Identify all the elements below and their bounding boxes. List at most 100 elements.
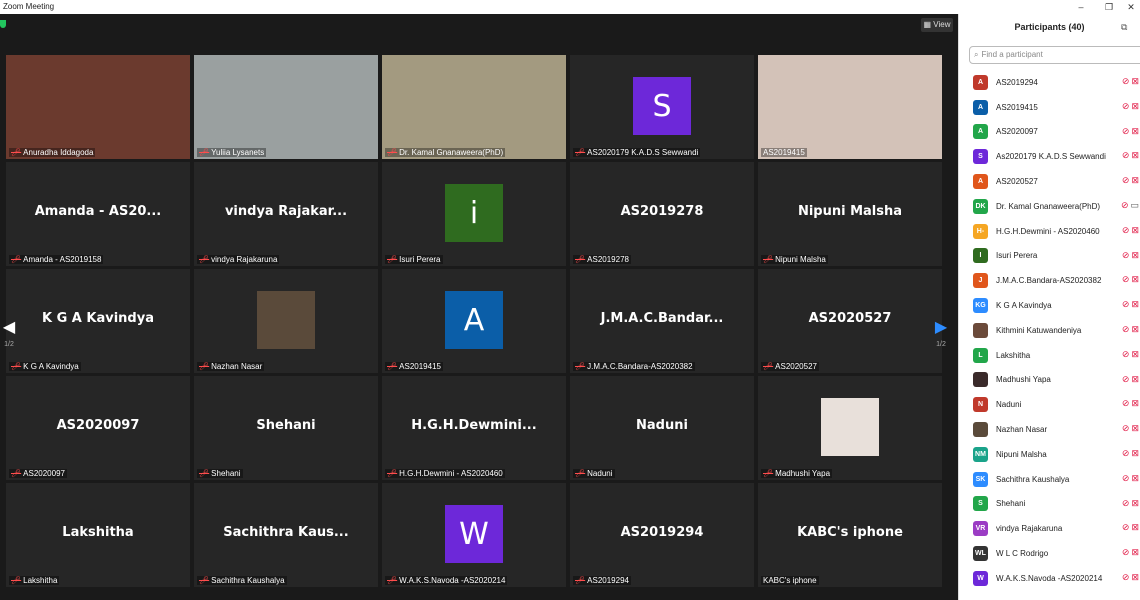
participant-row[interactable]: A AS2020527 ⊘⊠: [959, 169, 1140, 194]
participant-row[interactable]: S Shehani ⊘⊠: [959, 492, 1140, 517]
participant-name: AS2020527: [996, 177, 1038, 187]
participant-row[interactable]: L Lakshitha ⊘⊠: [959, 343, 1140, 368]
participant-tile[interactable]: AS2020527 🎤︎ AS2020527: [758, 269, 942, 373]
participant-status-icons: ⊘⊠: [1122, 572, 1140, 583]
participant-avatar: S: [973, 149, 988, 165]
display-name: AS2019278: [620, 204, 704, 219]
tile-caption-name: KABC's iphone: [763, 576, 817, 585]
participant-tile[interactable]: Nipuni Malsha 🎤︎ Nipuni Malsha: [758, 162, 942, 266]
participant-row[interactable]: J J.M.A.C.Bandara-AS2020382 ⊘⊠: [959, 268, 1140, 293]
participant-status-icons: ⊘⊠: [1122, 324, 1140, 335]
participant-tile[interactable]: AS2020097 🎤︎ AS2020097: [6, 376, 190, 480]
participant-tile[interactable]: AS2019294 🎤︎ AS2019294: [570, 483, 754, 587]
participant-tile[interactable]: H.G.H.Dewmini... 🎤︎ H.G.H.Dewmini - AS2020…: [382, 376, 566, 480]
previous-page-button[interactable]: ◀ 1/2: [0, 309, 18, 359]
participant-row[interactable]: A AS2020097 ⊘⊠: [959, 120, 1140, 145]
close-button[interactable]: ✕: [1122, 0, 1140, 14]
participant-status-icons: ⊘⊠: [1122, 76, 1140, 87]
restore-button[interactable]: ❐: [1100, 0, 1118, 14]
display-name: AS2020097: [56, 418, 140, 433]
participant-tile[interactable]: Lakshitha 🎤︎ Lakshitha: [6, 483, 190, 587]
participant-row[interactable]: Madhushi Yapa ⊘⊠: [959, 368, 1140, 393]
participant-tile[interactable]: K G A Kavindya 🎤︎ K G A Kavindya: [6, 269, 190, 373]
mic-muted-icon: 🎤︎: [199, 255, 210, 264]
tile-caption-name: AS2019294: [587, 576, 629, 585]
mic-muted-icon: 🎤︎: [11, 362, 22, 371]
participant-avatar: [973, 322, 988, 338]
participant-row[interactable]: NM Nipuni Malsha ⊘⊠: [959, 442, 1140, 467]
participant-tile[interactable]: 🎤︎ Yuliia Lysanets: [194, 55, 378, 159]
tile-caption: 🎤︎ H.G.H.Dewmini - AS2020460: [385, 469, 505, 478]
popout-icon[interactable]: ⧉: [1121, 22, 1127, 33]
video-off-icon: ⊠: [1131, 76, 1140, 86]
next-page-button[interactable]: ▶ 1/2: [932, 309, 950, 359]
display-name: AS2019294: [620, 525, 704, 540]
tile-caption-name: AS2020527: [775, 362, 817, 371]
participant-tile[interactable]: Naduni 🎤︎ Naduni: [570, 376, 754, 480]
video-off-icon: ⊠: [1131, 447, 1140, 458]
participant-tile[interactable]: KABC's iphone KABC's iphone: [758, 483, 942, 587]
video-off-icon: ⊠: [1131, 150, 1140, 161]
video-off-icon: ⊠: [1131, 100, 1140, 111]
tile-caption-name: Amanda - AS2019158: [23, 255, 102, 264]
security-shield-icon[interactable]: [0, 20, 6, 28]
participant-tile[interactable]: J.M.A.C.Bandar... 🎤︎ J.M.A.C.Bandara-AS202…: [570, 269, 754, 373]
participant-status-icons: ⊘⊠: [1122, 398, 1140, 409]
tile-caption-name: AS2019415: [399, 362, 441, 371]
tile-caption: 🎤︎ Anuradha Iddagoda: [9, 148, 96, 157]
participant-avatar: S: [973, 496, 988, 512]
participant-name: Dr. Kamal Gnanaweera(PhD): [996, 201, 1101, 211]
participant-avatar: A: [973, 74, 988, 90]
tile-caption-name: Nipuni Malsha: [775, 255, 826, 264]
participant-row[interactable]: A AS2019294 ⊘⊠: [959, 70, 1140, 95]
participant-tile[interactable]: i 🎤︎ Isuri Perera: [382, 162, 566, 266]
participant-row[interactable]: H- H.G.H.Dewmini - AS2020460 ⊘⊠: [959, 219, 1140, 244]
search-placeholder: Find a participant: [981, 50, 1043, 59]
participant-status-icons: ⊘▭: [1121, 200, 1140, 211]
participant-row[interactable]: VR vindya Rajakaruna ⊘⊠: [959, 516, 1140, 541]
participant-tile[interactable]: vindya Rajakar... 🎤︎ vindya Rajakaruna: [194, 162, 378, 266]
participant-search-input[interactable]: ⌕ Find a participant: [969, 46, 1140, 64]
participant-tile[interactable]: A 🎤︎ AS2019415: [382, 269, 566, 373]
participant-tile[interactable]: Sachithra Kaus... 🎤︎ Sachithra Kaushalya: [194, 483, 378, 587]
participant-tile[interactable]: Amanda - AS20... 🎤︎ Amanda - AS2019158: [6, 162, 190, 266]
participant-row[interactable]: I Isuri Perera ⊘⊠: [959, 244, 1140, 269]
participant-status-icons: ⊘⊠: [1122, 250, 1140, 261]
participant-tile[interactable]: W 🎤︎ W.A.K.S.Navoda -AS2020214: [382, 483, 566, 587]
view-button[interactable]: ▦ View: [921, 18, 953, 32]
tile-caption-name: K G A Kavindya: [23, 362, 79, 371]
participant-tile[interactable]: 🎤︎ Dr. Kamal Gnanaweera(PhD): [382, 55, 566, 159]
participant-row[interactable]: Kithmini Katuwandeniya ⊘⊠: [959, 318, 1140, 343]
participant-row[interactable]: A AS2019415 ⊘⊠: [959, 95, 1140, 120]
tile-caption: 🎤︎ W.A.K.S.Navoda -AS2020214: [385, 576, 508, 585]
participant-row[interactable]: S As2020179 K.A.D.S Sewwandi ⊘⊠: [959, 144, 1140, 169]
participant-row[interactable]: DK Dr. Kamal Gnanaweera(PhD) ⊘▭: [959, 194, 1140, 219]
participant-row[interactable]: W W.A.K.S.Navoda -AS2020214 ⊘⊠: [959, 566, 1140, 591]
mic-muted-icon: 🎤︎: [11, 148, 22, 157]
participant-row[interactable]: KG K G A Kavindya ⊘⊠: [959, 293, 1140, 318]
participant-row[interactable]: Nazhan Nasar ⊘⊠: [959, 417, 1140, 442]
participant-tile[interactable]: AS2019278 🎤︎ AS2019278: [570, 162, 754, 266]
video-off-icon: ⊠: [1131, 249, 1140, 260]
tile-caption: 🎤︎ Nipuni Malsha: [761, 255, 828, 264]
mic-muted-icon: 🎤︎: [199, 576, 210, 585]
participant-row[interactable]: WL W L C Rodrigo ⊘⊠: [959, 541, 1140, 566]
participant-tile[interactable]: 🎤︎ Anuradha Iddagoda: [6, 55, 190, 159]
participant-tile[interactable]: 🎤︎ Nazhan Nasar: [194, 269, 378, 373]
participant-tile[interactable]: Shehani 🎤︎ Shehani: [194, 376, 378, 480]
participant-row[interactable]: SK Sachithra Kaushalya ⊘⊠: [959, 467, 1140, 492]
participant-tile[interactable]: S 🎤︎ AS2020179 K.A.D.S Sewwandi: [570, 55, 754, 159]
minimize-button[interactable]: –: [1072, 0, 1090, 14]
participant-tile[interactable]: 🎤︎ Madhushi Yapa: [758, 376, 942, 480]
tile-caption: 🎤︎ Lakshitha: [9, 576, 60, 585]
participant-name: vindya Rajakaruna: [996, 524, 1063, 534]
participant-status-icons: ⊘⊠: [1122, 225, 1140, 236]
participant-row[interactable]: N Naduni ⊘⊠: [959, 392, 1140, 417]
participant-name: AS2019415: [996, 102, 1038, 112]
window-title: Zoom Meeting: [3, 2, 55, 11]
participant-name: Madhushi Yapa: [996, 375, 1051, 385]
participant-name: Sachithra Kaushalya: [996, 474, 1070, 484]
tile-caption-name: J.M.A.C.Bandara-AS2020382: [587, 362, 693, 371]
page-indicator-left: 1/2: [4, 341, 14, 348]
participant-tile[interactable]: AS2019415: [758, 55, 942, 159]
